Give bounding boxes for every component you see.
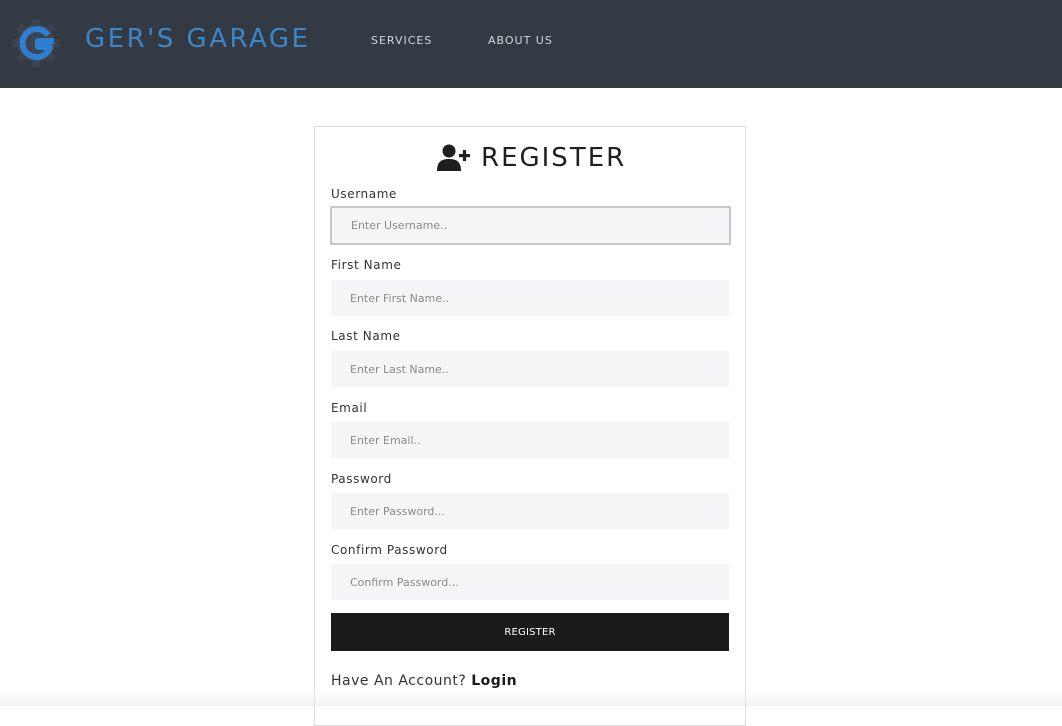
register-submit-button[interactable]: REGISTER: [331, 613, 729, 651]
nav-about-us-link[interactable]: ABOUT US: [488, 34, 553, 48]
confirm-password-label: Confirm Password: [331, 543, 448, 557]
nav-services-link[interactable]: SERVICES: [371, 34, 432, 48]
register-title: REGISTER: [481, 143, 627, 173]
email-label: Email: [331, 401, 368, 415]
username-label: Username: [331, 187, 397, 201]
last-name-label: Last Name: [331, 329, 401, 343]
user-plus-icon: [437, 144, 470, 171]
email-input[interactable]: [331, 422, 729, 458]
top-navbar: GER'S GARAGE SERVICES ABOUT US: [0, 0, 1062, 88]
register-heading: REGISTER: [437, 141, 626, 175]
password-input[interactable]: [331, 493, 729, 529]
password-label: Password: [331, 472, 392, 486]
first-name-input[interactable]: [331, 280, 729, 316]
register-card: REGISTER Username First Name Last Name E…: [314, 126, 746, 726]
confirm-password-input[interactable]: [331, 564, 729, 600]
have-account-line: Have An Account? Login: [331, 672, 517, 690]
first-name-label: First Name: [331, 258, 402, 272]
gear-g-logo-icon[interactable]: [10, 17, 62, 69]
brand-title[interactable]: GER'S GARAGE: [85, 22, 310, 56]
last-name-input[interactable]: [331, 351, 729, 387]
username-input[interactable]: [330, 206, 731, 245]
have-account-text: Have An Account?: [331, 673, 467, 689]
login-link[interactable]: Login: [471, 673, 517, 689]
